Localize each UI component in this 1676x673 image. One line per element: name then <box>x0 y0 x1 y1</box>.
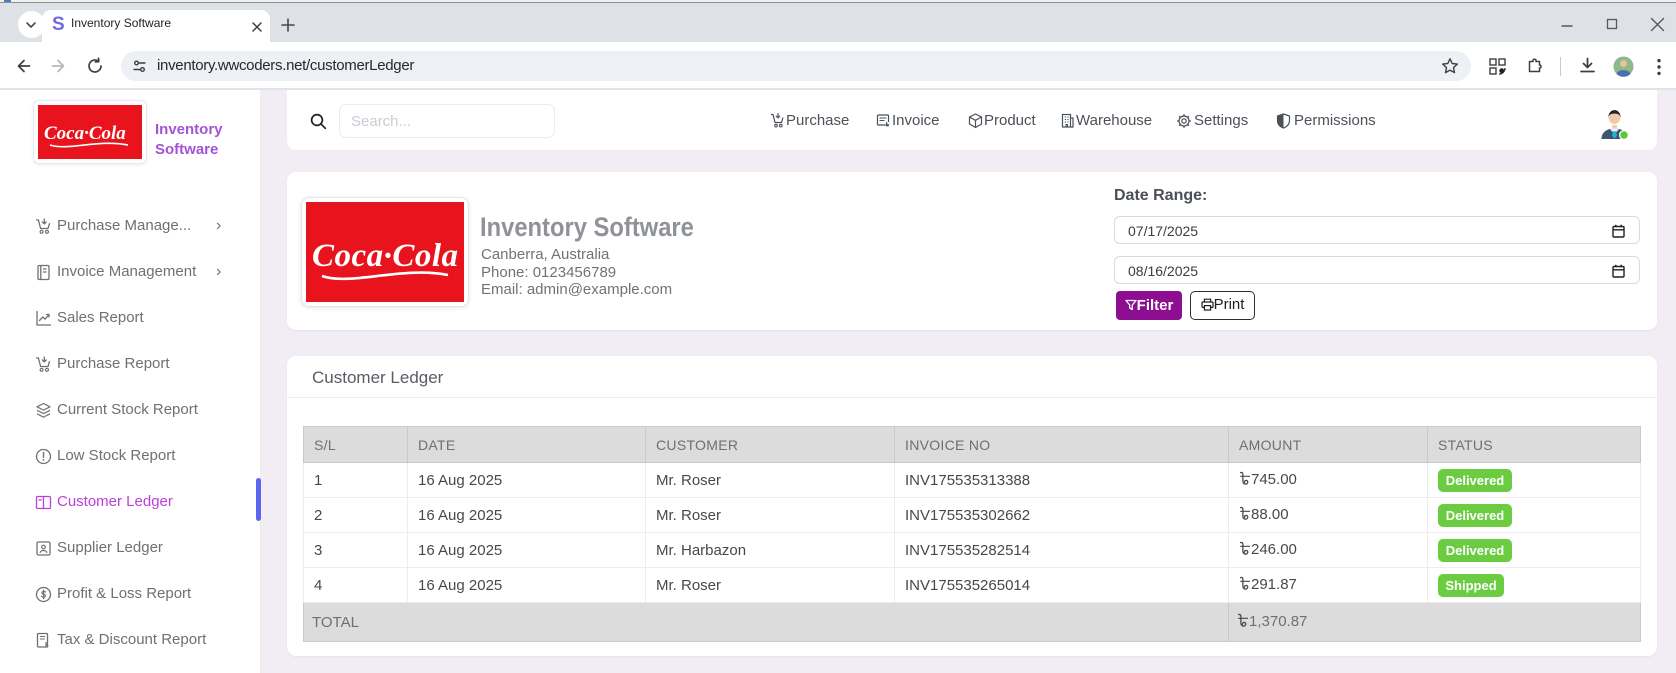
svg-text:S: S <box>52 14 65 34</box>
svg-text:Coca·Cola: Coca·Cola <box>44 123 126 144</box>
svg-text:Coca·Cola: Coca·Cola <box>312 238 458 274</box>
